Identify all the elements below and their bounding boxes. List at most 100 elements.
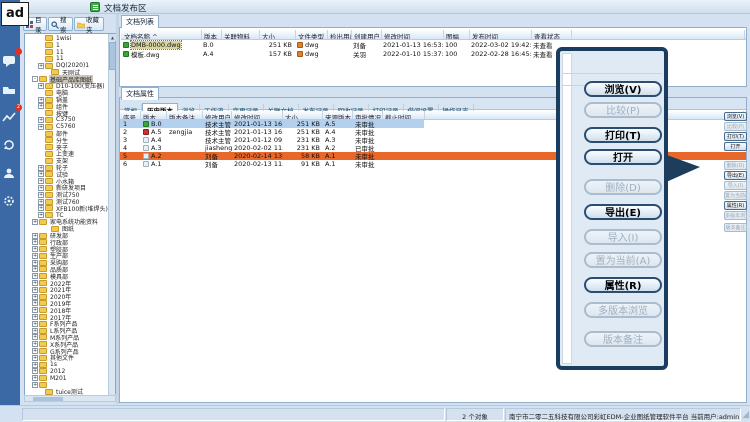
expand-toggle[interactable]: + <box>38 103 44 109</box>
popup-button-1[interactable]: 浏览(V) <box>584 81 662 97</box>
column-header[interactable]: 修改时间 <box>382 30 444 39</box>
expand-toggle[interactable]: + <box>32 239 38 245</box>
column-header[interactable]: 版本备注 <box>167 111 203 119</box>
expand-toggle[interactable]: + <box>38 117 44 123</box>
expand-toggle[interactable]: + <box>38 199 44 205</box>
column-header[interactable]: 修改用户 <box>203 111 232 119</box>
expand-toggle[interactable]: + <box>32 300 38 306</box>
column-header[interactable]: 检出用户 <box>328 30 352 39</box>
side-button-3[interactable]: 打印(T) <box>724 132 747 141</box>
column-header[interactable]: 创建用户 <box>352 30 382 39</box>
tree-item[interactable]: +M201 <box>25 375 108 382</box>
expand-toggle[interactable]: + <box>32 287 38 293</box>
popup-button-6[interactable]: 导出(E) <box>584 204 662 220</box>
settings-icon[interactable] <box>2 192 18 208</box>
expand-toggle[interactable]: + <box>32 266 38 272</box>
scrollbar-thumb[interactable] <box>109 42 116 70</box>
expand-toggle[interactable]: + <box>38 178 44 184</box>
expand-toggle[interactable]: + <box>32 233 38 239</box>
expand-toggle[interactable]: + <box>32 246 38 252</box>
expand-toggle[interactable]: - <box>32 76 38 82</box>
table-row[interactable]: 3A.4技术主管2021-01-12 09:25:00231 KBA.3未审批 <box>120 136 424 144</box>
expand-toggle[interactable]: + <box>38 165 44 171</box>
table-row[interactable]: 4A.3jiasheng2020-02-02 11:51:19231 KBA.2… <box>120 144 424 152</box>
column-header[interactable]: 关联物料 <box>222 30 260 39</box>
column-header[interactable]: 版本 <box>202 30 222 39</box>
left-panel-tab-3[interactable]: 收藏夹 <box>74 17 104 31</box>
column-header[interactable]: 查看状态 <box>532 30 572 39</box>
expand-toggle[interactable]: + <box>32 314 38 320</box>
folder-icon <box>39 321 47 327</box>
side-button-1[interactable]: 浏览(V) <box>724 112 747 121</box>
expand-toggle[interactable]: + <box>32 294 38 300</box>
expand-toggle[interactable]: + <box>32 253 38 259</box>
side-button-6[interactable]: 导出(E) <box>724 171 747 180</box>
popup-button-9[interactable]: 属性(R) <box>584 277 662 293</box>
expand-toggle[interactable]: + <box>32 382 38 388</box>
tree-item[interactable]: +其他文件 <box>25 354 108 361</box>
expand-toggle[interactable]: + <box>38 192 44 198</box>
resize-grip[interactable]: ◢ <box>742 410 749 420</box>
expand-toggle[interactable]: + <box>38 83 44 89</box>
chat-icon[interactable] <box>2 52 18 68</box>
table-row[interactable]: 6A.1刘备2020-02-13 11:32:1391 KBA.1未审批 <box>120 160 424 168</box>
column-header[interactable]: 大小 <box>283 111 323 119</box>
column-header[interactable]: 审批情况 <box>353 111 383 119</box>
report-icon[interactable]: 2 <box>2 108 18 124</box>
expand-toggle[interactable]: + <box>38 205 44 211</box>
tree-item[interactable]: 1wisi <box>25 35 108 42</box>
column-header[interactable]: 截止时间 <box>383 111 425 119</box>
cell: 2021-01-13 16:52:35 <box>232 128 283 136</box>
side-button-9[interactable]: 属性(R) <box>724 201 747 210</box>
tree-horizontal-scrollbar[interactable] <box>24 395 116 402</box>
column-header[interactable]: 序号 <box>121 111 141 119</box>
expand-toggle[interactable]: + <box>32 334 38 340</box>
left-panel-tab-2[interactable]: 搜索 <box>48 17 73 31</box>
expand-toggle[interactable]: + <box>32 321 38 327</box>
column-header[interactable]: 来源版本 <box>323 111 353 119</box>
expand-toggle[interactable]: + <box>32 260 38 266</box>
expand-toggle[interactable]: + <box>38 212 44 218</box>
indent-spacer <box>38 391 45 392</box>
scrollbar-thumb[interactable] <box>33 397 63 401</box>
column-header[interactable]: 文件类型 <box>296 30 328 39</box>
column-header[interactable]: 版本 <box>141 111 167 119</box>
popup-button-4[interactable]: 打开 <box>584 149 662 165</box>
user-icon[interactable] <box>2 164 18 180</box>
tree-item[interactable]: 11 <box>25 49 108 56</box>
expand-toggle[interactable]: + <box>32 280 38 286</box>
expand-toggle[interactable]: + <box>32 348 38 354</box>
expand-toggle[interactable]: + <box>32 368 38 374</box>
expand-toggle[interactable]: + <box>38 185 44 191</box>
expand-toggle[interactable]: + <box>32 273 38 279</box>
doc-list-panel-tab[interactable]: 文档列表 <box>121 15 159 28</box>
table-row[interactable]: 1B.0技术主管2021-01-13 16:53:16251 KBA.5未审批 <box>120 120 424 128</box>
expand-toggle[interactable]: + <box>38 171 44 177</box>
tree-item[interactable]: +1s <box>25 361 108 368</box>
column-header[interactable]: 图幅 <box>444 30 470 39</box>
column-header[interactable]: 发布时间 <box>470 30 532 39</box>
expand-toggle[interactable]: + <box>32 219 38 225</box>
expand-toggle[interactable]: + <box>32 355 38 361</box>
expand-toggle[interactable]: + <box>32 362 38 368</box>
expand-toggle[interactable]: + <box>38 124 44 130</box>
column-header[interactable]: 文档名称 ^ <box>122 30 202 39</box>
expand-toggle[interactable]: + <box>32 375 38 381</box>
tree-item[interactable]: +XFB100新(堆焊头)0 图纸 <box>25 205 108 212</box>
tree-vertical-scrollbar[interactable]: ▲ ▼ <box>108 34 115 401</box>
side-button-4[interactable]: 打开 <box>724 142 747 151</box>
expand-toggle[interactable]: + <box>32 307 38 313</box>
table-row[interactable]: 2A.5zengjia技术主管2021-01-13 16:52:35251 KB… <box>120 128 424 136</box>
column-header[interactable]: 大小 <box>260 30 296 39</box>
expand-toggle[interactable]: + <box>32 328 38 334</box>
expand-toggle[interactable]: + <box>38 63 44 69</box>
sync-icon[interactable] <box>2 136 18 152</box>
popup-button-3[interactable]: 打印(T) <box>584 127 662 143</box>
expand-toggle[interactable]: + <box>32 341 38 347</box>
tree-item[interactable]: 1 <box>25 42 108 49</box>
expand-toggle[interactable]: + <box>38 97 44 103</box>
projects-icon[interactable] <box>2 80 18 96</box>
column-header[interactable]: 修改时间 <box>232 111 283 119</box>
doc-props-panel-tab[interactable]: 文档属性 <box>121 87 159 100</box>
scroll-up-icon[interactable]: ▲ <box>109 34 116 41</box>
